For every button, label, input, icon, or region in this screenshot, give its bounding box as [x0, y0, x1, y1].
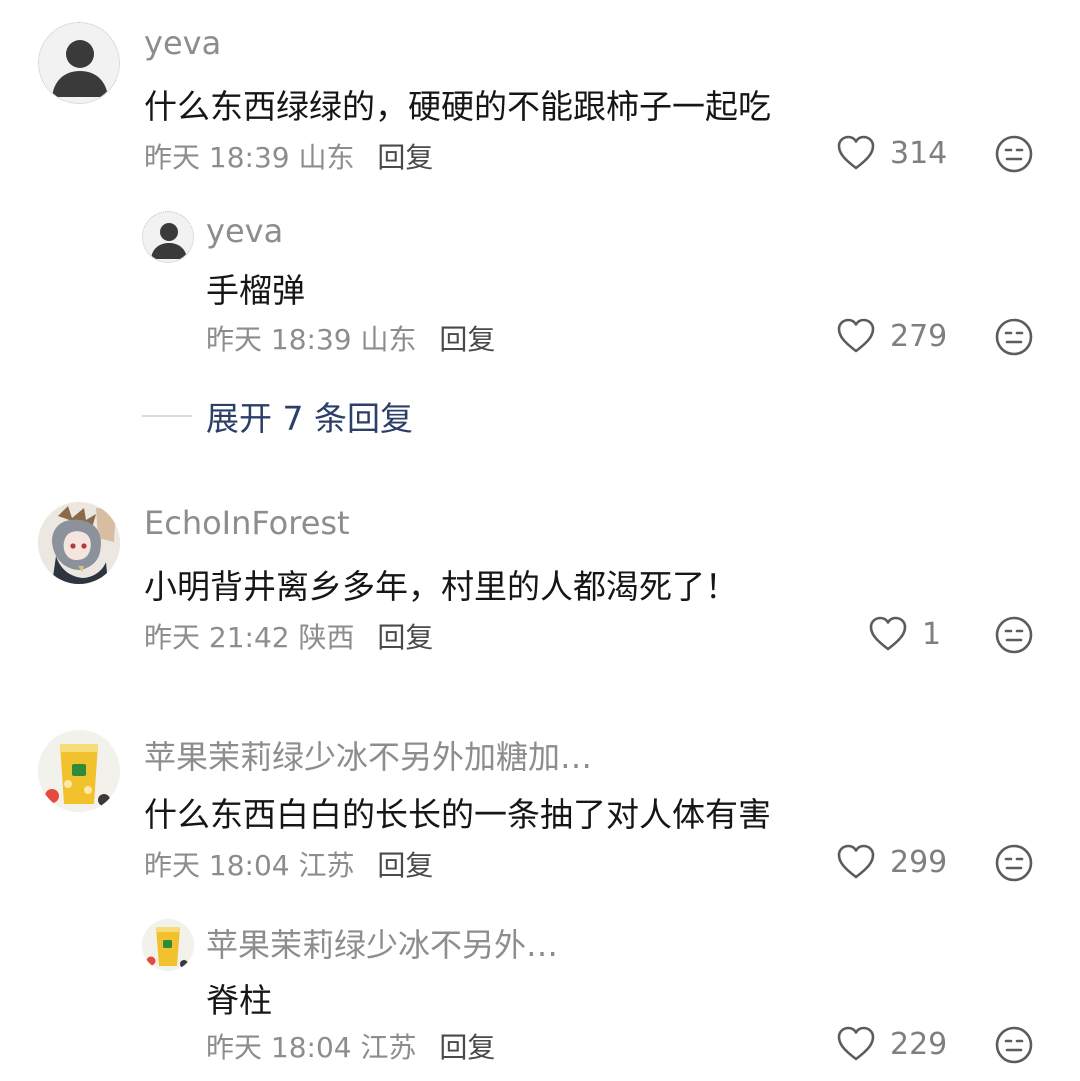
like-button[interactable]: 1	[868, 615, 941, 653]
reply-location: 江苏	[360, 1031, 417, 1064]
avatar[interactable]	[38, 22, 120, 104]
comment-location: 江苏	[298, 849, 355, 882]
avatar[interactable]	[38, 730, 120, 812]
reply-username[interactable]: yeva	[206, 212, 283, 250]
comment-location: 山东	[298, 141, 355, 174]
comment-time: 昨天 18:39	[144, 141, 290, 174]
comment-text: 小明背井离乡多年，村里的人都渴死了！	[144, 567, 738, 606]
heart-outline-icon	[837, 318, 875, 353]
comment-text: 什么东西绿绿的，硬硬的不能跟柿子一起吃	[144, 87, 771, 126]
expand-replies-label: 展开 7 条回复	[206, 399, 413, 438]
meh-face-icon	[995, 616, 1033, 654]
fruit-tea-avatar-icon	[38, 730, 120, 812]
comment-username[interactable]: EchoInForest	[144, 504, 350, 542]
like-count: 299	[890, 844, 948, 880]
reply-location: 山东	[360, 323, 417, 356]
anime-character-avatar-icon	[38, 502, 120, 584]
comment-location: 陕西	[298, 621, 355, 654]
like-button[interactable]: 229	[836, 1025, 947, 1063]
like-button[interactable]: 299	[836, 843, 947, 881]
reply-username[interactable]: 苹果茉莉绿少冰不另外…	[206, 920, 558, 966]
like-button[interactable]: 314	[836, 134, 947, 172]
reply-button[interactable]: 回复	[377, 141, 433, 174]
comment-meta: 昨天 18:04 江苏 回复	[144, 844, 433, 884]
meh-face-icon	[995, 1026, 1033, 1064]
default-avatar-icon	[151, 223, 187, 259]
comment-time: 昨天 21:42	[144, 621, 290, 654]
reply-button[interactable]: 回复	[439, 1031, 495, 1064]
comment-meta: 昨天 21:42 陕西 回复	[144, 616, 433, 656]
heart-outline-icon	[837, 1026, 875, 1061]
meh-face-icon	[995, 318, 1033, 356]
dislike-button[interactable]	[994, 134, 1034, 174]
comment-meta: 昨天 18:39 山东 回复	[144, 136, 433, 176]
reply-avatar[interactable]	[142, 211, 194, 263]
reply-meta: 昨天 18:39 山东 回复	[206, 318, 495, 358]
dislike-button[interactable]	[994, 317, 1034, 357]
default-avatar-icon	[52, 40, 108, 97]
reply-meta: 昨天 18:04 江苏 回复	[206, 1026, 495, 1066]
dislike-button[interactable]	[994, 615, 1034, 655]
dislike-button[interactable]	[994, 1025, 1034, 1065]
heart-outline-icon	[837, 844, 875, 879]
expand-replies-button[interactable]: 展开 7 条回复	[142, 392, 413, 440]
meh-face-icon	[995, 844, 1033, 882]
avatar[interactable]	[38, 502, 120, 584]
reply-button[interactable]: 回复	[439, 323, 495, 356]
reply-button[interactable]: 回复	[377, 621, 433, 654]
reply-time: 昨天 18:39	[206, 323, 352, 356]
reply-button[interactable]: 回复	[377, 849, 433, 882]
like-button[interactable]: 279	[836, 317, 947, 355]
like-count: 1	[922, 616, 942, 652]
heart-outline-icon	[869, 616, 907, 651]
reply-time: 昨天 18:04	[206, 1031, 352, 1064]
comment-text: 什么东西白白的长长的一条抽了对人体有害	[144, 795, 771, 834]
comment-time: 昨天 18:04	[144, 849, 290, 882]
fruit-tea-avatar-icon	[142, 919, 194, 971]
reply-text: 手榴弹	[206, 271, 305, 310]
dislike-button[interactable]	[994, 843, 1034, 883]
reply-avatar[interactable]	[142, 919, 194, 971]
like-count: 229	[890, 1026, 948, 1062]
comment-username[interactable]: 苹果茉莉绿少冰不另外加糖加…	[144, 732, 592, 778]
reply-text: 脊柱	[206, 981, 272, 1020]
like-count: 279	[890, 318, 948, 354]
comment-username[interactable]: yeva	[144, 24, 221, 62]
like-count: 314	[890, 135, 948, 171]
divider-line	[142, 415, 192, 417]
meh-face-icon	[995, 135, 1033, 173]
heart-outline-icon	[837, 135, 875, 170]
